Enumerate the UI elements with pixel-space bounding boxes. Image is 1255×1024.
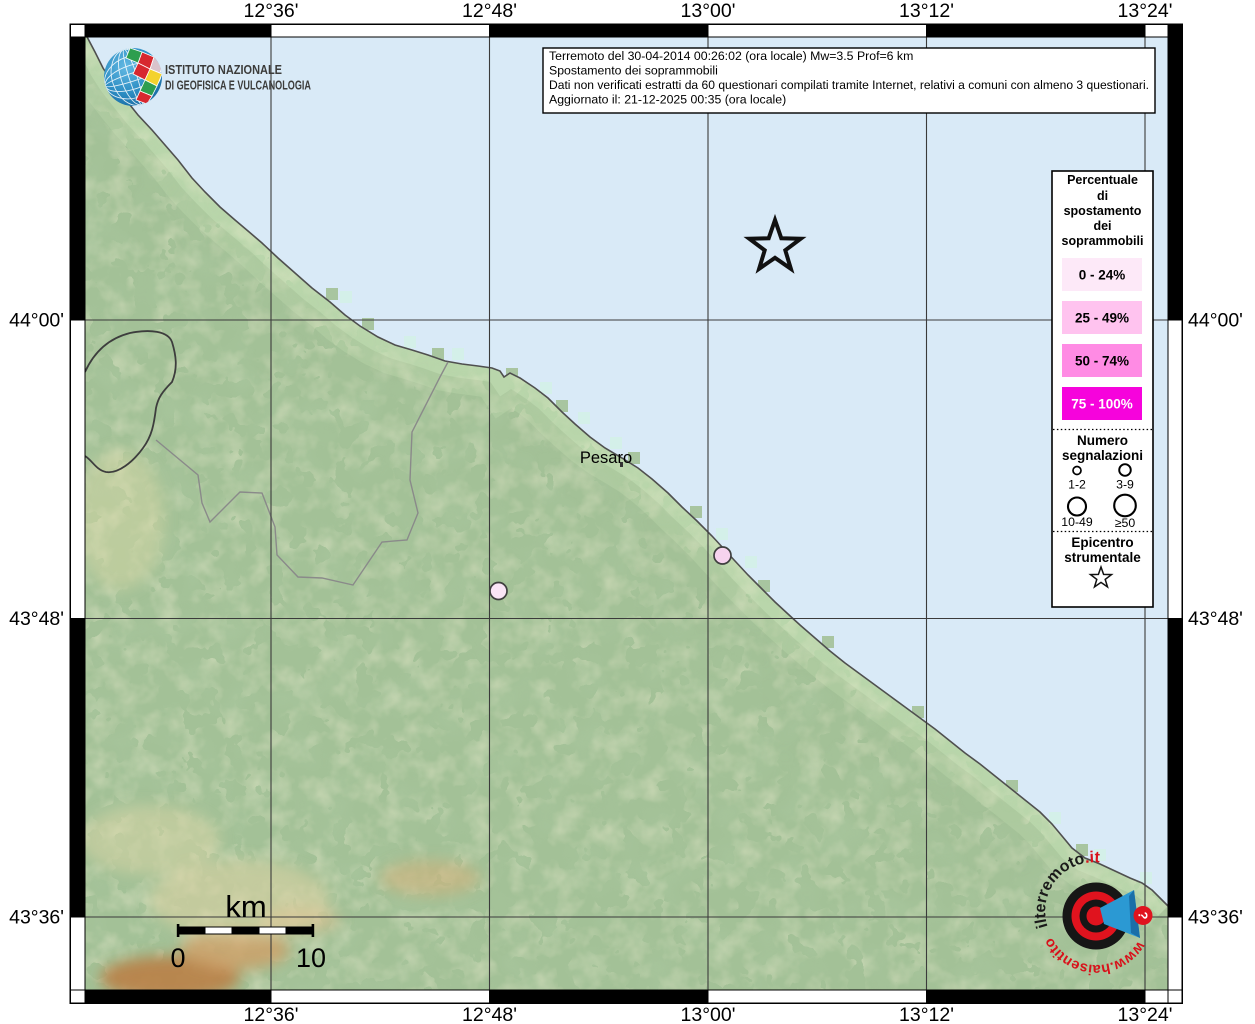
axis-right: 44°00' 43°48' 43°36' — [1188, 310, 1243, 929]
axis-label: 44°00' — [9, 310, 64, 332]
map-body: Pesaro km 0 10 ISTITUTO NAZIONALE DI GEO… — [84, 32, 1169, 990]
legend-swatch-label: 50 - 74% — [1075, 354, 1129, 369]
axis-label: 12°48' — [462, 0, 517, 22]
city-label: Pesaro — [580, 449, 632, 467]
legend-swatch-label: 75 - 100% — [1071, 397, 1133, 412]
legend-title: Percentuale di spostamento dei soprammob… — [1062, 173, 1144, 248]
ingv-name-line2: DI GEOFISICA E VULCANOLOGIA — [165, 78, 311, 93]
info-line-1: Terremoto del 30-04-2014 00:26:02 (ora l… — [549, 49, 913, 63]
legend-counts-title-line: segnalazioni — [1062, 448, 1143, 463]
info-line-3: Dati non verificati estratti da 60 quest… — [549, 78, 1149, 92]
legend-epicenter-title-line: Epicentro — [1071, 535, 1133, 550]
axis-label: 13°00' — [681, 1004, 736, 1024]
info-box: Terremoto del 30-04-2014 00:26:02 (ora l… — [542, 47, 1156, 114]
legend-counts-title-line: Numero — [1077, 433, 1128, 448]
hsit-question-mark: ? — [1136, 912, 1151, 920]
legend-count-label: 10-49 — [1061, 515, 1093, 529]
legend-count-label: ≥50 — [1115, 516, 1136, 530]
axis-label: 43°36' — [1188, 907, 1243, 929]
scalebar-ten: 10 — [296, 943, 326, 973]
axis-label: 12°36' — [244, 1004, 299, 1024]
legend-count-label: 1-2 — [1068, 478, 1086, 492]
legend-swatch-label: 25 - 49% — [1075, 311, 1129, 326]
legend-title-line: di — [1097, 189, 1108, 203]
axis-label: 44°00' — [1188, 310, 1243, 332]
legend-epicenter-title: Epicentro strumentale — [1064, 535, 1141, 565]
axis-top: 12°36' 12°48' 13°00' 13°12' 13°24' — [244, 0, 1173, 22]
info-line-2: Spostamento dei soprammobili — [549, 64, 718, 78]
legend: Percentuale di spostamento dei soprammob… — [1051, 170, 1154, 608]
report-circle — [713, 546, 732, 565]
axis-label: 13°24' — [1118, 1004, 1173, 1024]
info-line-4: Aggiornato il: 21-12-2025 00:35 (ora loc… — [549, 93, 786, 107]
axis-label: 12°48' — [462, 1004, 517, 1024]
axis-label: 13°00' — [681, 0, 736, 22]
axis-label: 13°12' — [899, 1004, 954, 1024]
report-circle — [489, 581, 508, 601]
axis-label: 13°24' — [1118, 0, 1173, 22]
axis-label: 43°48' — [1188, 608, 1243, 630]
axis-label: 12°36' — [244, 0, 299, 22]
legend-title-line: dei — [1093, 219, 1111, 233]
axis-bottom: 12°36' 12°48' 13°00' 13°12' 13°24' — [244, 1004, 1173, 1024]
legend-title-line: spostamento — [1064, 204, 1142, 218]
ingv-name-line1: ISTITUTO NAZIONALE — [165, 62, 282, 77]
legend-title-line: soprammobili — [1062, 234, 1144, 248]
axis-label: 13°12' — [899, 0, 954, 22]
legend-count-label: 3-9 — [1116, 478, 1134, 492]
legend-epicenter-title-line: strumentale — [1064, 550, 1141, 565]
axis-label: 43°36' — [9, 907, 64, 929]
scalebar-unit: km — [225, 889, 266, 924]
axis-label: 43°48' — [9, 608, 64, 630]
axis-left: 44°00' 43°48' 43°36' — [9, 310, 64, 929]
legend-swatch-label: 0 - 24% — [1079, 268, 1126, 283]
map-svg: Pesaro km 0 10 ISTITUTO NAZIONALE DI GEO… — [9, 0, 1243, 1024]
legend-title-line: Percentuale — [1067, 173, 1138, 187]
scalebar-zero: 0 — [170, 943, 185, 973]
shakemap-page: Pesaro km 0 10 ISTITUTO NAZIONALE DI GEO… — [0, 0, 1255, 1024]
